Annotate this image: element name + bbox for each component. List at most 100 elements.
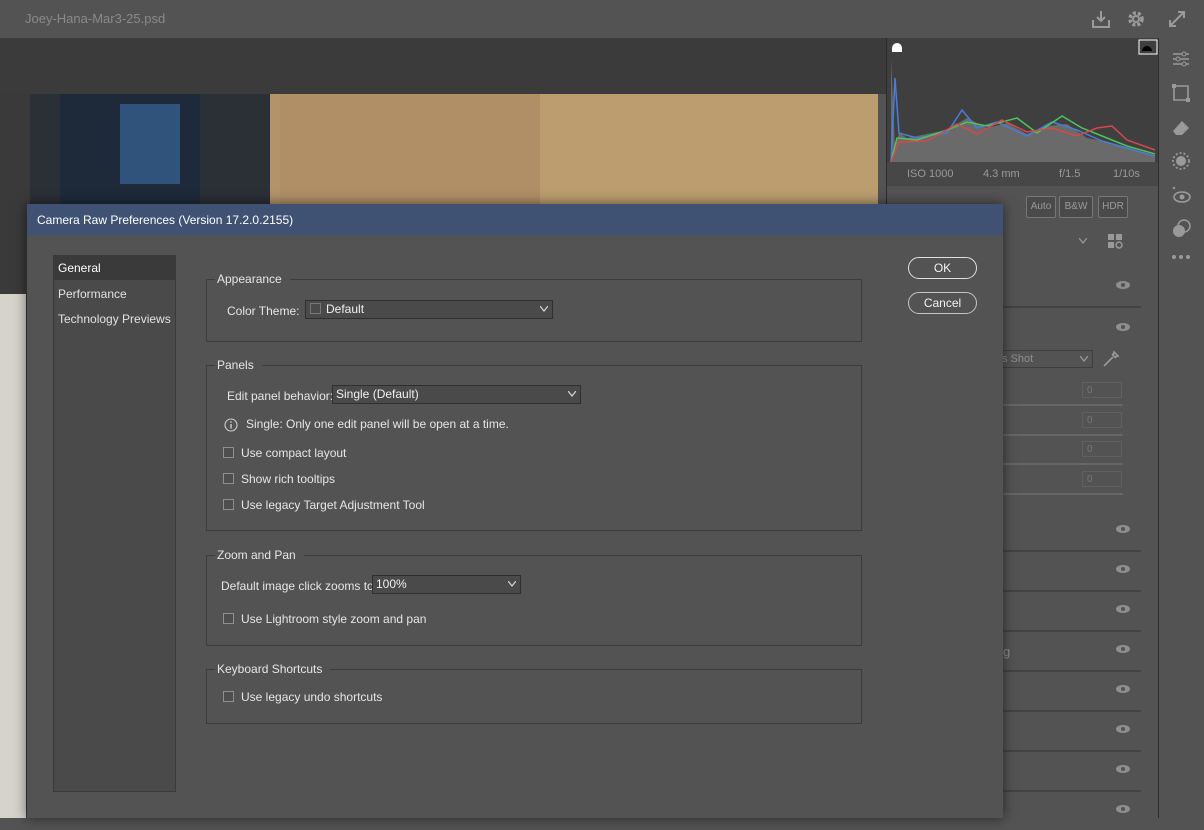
chevron-down-icon	[540, 306, 548, 312]
compact-layout-checkbox[interactable]	[223, 447, 234, 458]
panel-behavior-info: Single: Only one edit panel will be open…	[246, 417, 509, 431]
panel-row[interactable]	[997, 672, 1141, 712]
slider-value-field[interactable]: 0	[1082, 441, 1122, 457]
presets-icon[interactable]	[1170, 218, 1192, 240]
default-zoom-label: Default image click zooms to:	[221, 579, 378, 593]
slider-track[interactable]	[997, 463, 1123, 465]
panel-row[interactable]	[997, 268, 1141, 308]
eye-icon[interactable]	[1115, 764, 1131, 774]
edit-panel-behavior-select[interactable]: Single (Default)	[332, 385, 581, 404]
shadow-clipping-icon	[892, 43, 902, 52]
slider-track[interactable]	[997, 493, 1123, 495]
chevron-down-icon	[1080, 356, 1088, 362]
panels-title: Panels	[215, 358, 262, 372]
slider-track[interactable]	[997, 404, 1123, 406]
lightroom-zoom-checkbox[interactable]	[223, 613, 234, 624]
edit-panel-behavior-label: Edit panel behavior:	[227, 389, 334, 403]
eye-icon[interactable]	[1115, 644, 1131, 654]
save-download-icon[interactable]	[1090, 8, 1112, 30]
panel-row[interactable]	[997, 310, 1141, 348]
eye-icon[interactable]	[1115, 322, 1131, 332]
nav-item-technology-previews[interactable]: Technology Previews	[54, 307, 175, 331]
image-toolbar	[0, 38, 886, 94]
app-title-bar: Joey-Hana-Mar3-25.psd	[0, 0, 1185, 38]
camera-info: ISO 1000 4.3 mm f/1.5 1/10s	[887, 162, 1159, 186]
appearance-title: Appearance	[215, 272, 290, 286]
aperture-value: f/1.5	[1059, 168, 1081, 180]
profile-row	[997, 230, 1141, 258]
slider-value-field[interactable]: 0	[1082, 382, 1122, 398]
legacy-target-adjustment-checkbox[interactable]	[223, 499, 234, 510]
slider-value-field[interactable]: 0	[1082, 471, 1122, 487]
rich-tooltips-label: Show rich tooltips	[241, 472, 336, 486]
panel-row[interactable]	[997, 792, 1141, 830]
document-title: Joey-Hana-Mar3-25.psd	[25, 11, 166, 26]
panel-row[interactable]	[997, 512, 1141, 552]
panel-row[interactable]: g	[997, 632, 1141, 672]
crop-icon[interactable]	[1170, 82, 1192, 104]
edit-sliders-icon[interactable]	[1170, 48, 1192, 70]
eraser-icon[interactable]	[1170, 116, 1192, 138]
gear-icon[interactable]	[1125, 8, 1147, 30]
masking-icon[interactable]	[1170, 150, 1192, 172]
panel-row[interactable]	[997, 712, 1141, 752]
zoom-pan-group: Zoom and Pan Default image click zooms t…	[206, 548, 862, 646]
keyboard-shortcuts-group: Keyboard Shortcuts Use legacy undo short…	[206, 662, 862, 724]
histogram	[887, 38, 1159, 163]
eye-icon[interactable]	[1115, 604, 1131, 614]
more-icon[interactable]	[1170, 246, 1192, 268]
chevron-down-icon	[568, 391, 576, 397]
white-balance-select[interactable]: s Shot	[997, 350, 1093, 368]
profile-browser-icon[interactable]	[1107, 233, 1125, 251]
eye-icon[interactable]	[1115, 804, 1131, 814]
eye-icon[interactable]	[1115, 564, 1131, 574]
preferences-nav: General Performance Technology Previews	[53, 255, 176, 792]
ok-button[interactable]: OK	[908, 257, 977, 279]
auto-button[interactable]: Auto	[1026, 196, 1056, 218]
panel-row-label: g	[1003, 644, 1011, 659]
panel-row[interactable]	[997, 592, 1141, 632]
legacy-undo-checkbox[interactable]	[223, 691, 234, 702]
white-balance-value: s Shot	[1002, 353, 1034, 365]
info-icon	[224, 418, 238, 432]
expand-icon[interactable]	[1166, 8, 1188, 30]
focal-length-value: 4.3 mm	[983, 168, 1020, 180]
cancel-button[interactable]: Cancel	[908, 292, 977, 314]
rich-tooltips-checkbox[interactable]	[223, 473, 234, 484]
chevron-down-icon[interactable]	[1079, 238, 1087, 244]
slider-track[interactable]	[997, 434, 1123, 436]
lightroom-zoom-label: Use Lightroom style zoom and pan	[241, 612, 427, 626]
dialog-title-bar[interactable]: Camera Raw Preferences (Version 17.2.0.2…	[27, 204, 1003, 235]
eyedropper-icon[interactable]	[1101, 349, 1121, 369]
bw-button[interactable]: B&W	[1059, 196, 1093, 218]
nav-item-general[interactable]: General	[54, 256, 175, 280]
eye-icon[interactable]	[1115, 684, 1131, 694]
legacy-undo-label: Use legacy undo shortcuts	[241, 690, 383, 704]
iso-value: ISO 1000	[907, 168, 954, 180]
zoom-pan-title: Zoom and Pan	[215, 548, 304, 562]
panel-row[interactable]	[997, 752, 1141, 792]
color-theme-value: Default	[326, 302, 365, 316]
eye-icon[interactable]	[1115, 280, 1131, 290]
color-theme-label: Color Theme:	[227, 304, 300, 318]
edit-panel-behavior-value: Single (Default)	[336, 387, 419, 401]
legacy-target-adjustment-label: Use legacy Target Adjustment Tool	[241, 498, 425, 512]
hdr-button[interactable]: HDR	[1098, 196, 1128, 218]
default-zoom-select[interactable]: 100%	[372, 575, 521, 594]
slider-value-field[interactable]: 0	[1082, 412, 1122, 428]
dialog-title: Camera Raw Preferences (Version 17.2.0.2…	[37, 213, 294, 227]
compact-layout-label: Use compact layout	[241, 446, 347, 460]
preferences-dialog: Camera Raw Preferences (Version 17.2.0.2…	[27, 204, 1003, 818]
eye-icon[interactable]	[1115, 724, 1131, 734]
panel-row[interactable]	[997, 552, 1141, 592]
shutter-value: 1/10s	[1113, 168, 1140, 180]
default-zoom-value: 100%	[376, 577, 407, 591]
dialog-body: General Performance Technology Previews …	[27, 235, 1003, 818]
chevron-down-icon	[508, 581, 516, 587]
eye-icon[interactable]	[1115, 524, 1131, 534]
nav-item-performance[interactable]: Performance	[54, 282, 175, 306]
color-theme-select[interactable]: Default	[305, 300, 553, 319]
red-eye-icon[interactable]	[1170, 184, 1192, 206]
panels-group: Panels Edit panel behavior: Single (Defa…	[206, 358, 862, 531]
theme-swatch-icon	[310, 303, 321, 314]
